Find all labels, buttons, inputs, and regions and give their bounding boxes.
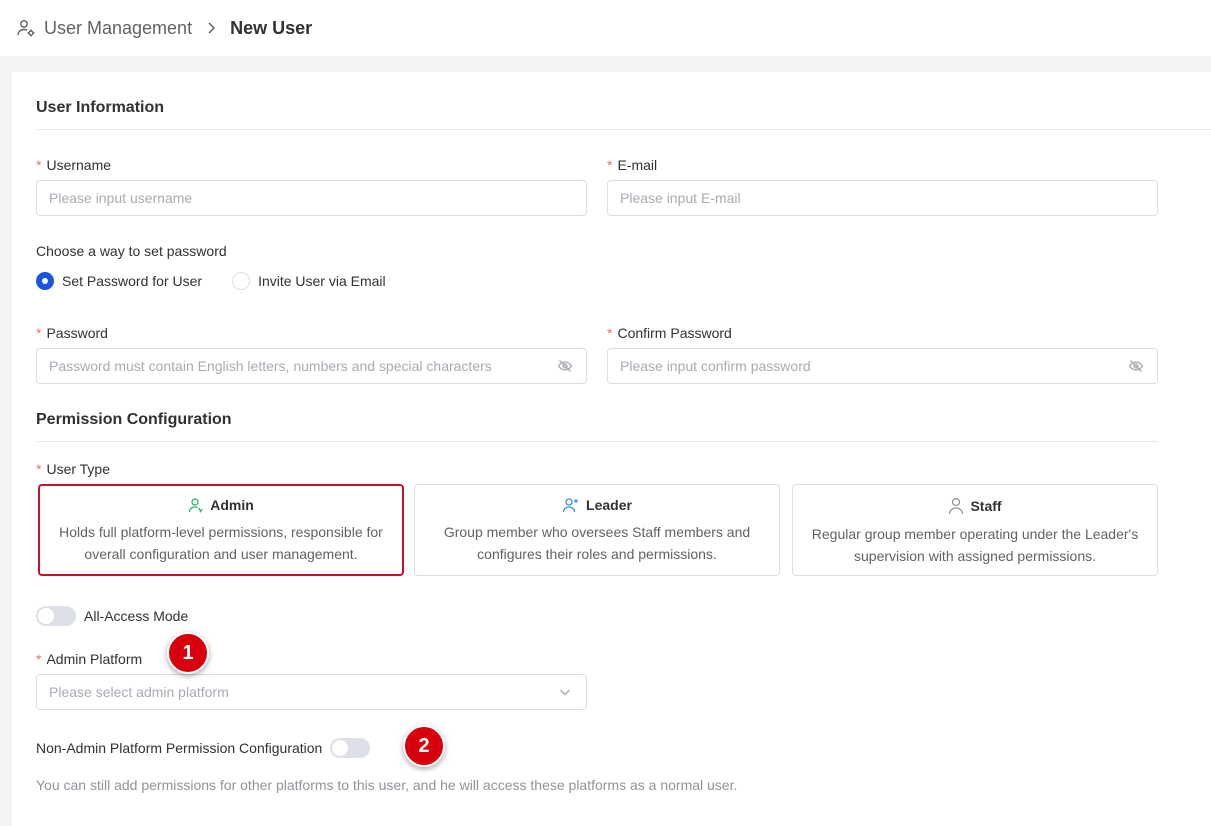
non-admin-permission-row: Non-Admin Platform Permission Configurat… xyxy=(36,738,371,758)
user-type-card-title: Leader xyxy=(562,497,632,513)
email-input[interactable] xyxy=(620,190,1145,206)
admin-platform-input[interactable] xyxy=(49,684,556,700)
non-admin-permission-hint: You can still add permissions for other … xyxy=(36,777,738,793)
breadcrumb-parent-link[interactable]: User Management xyxy=(44,18,192,39)
user-type-name: Leader xyxy=(586,497,632,513)
user-type-name: Staff xyxy=(970,498,1002,514)
user-type-card-title: Admin xyxy=(188,497,254,513)
non-admin-permission-label: Non-Admin Platform Permission Configurat… xyxy=(36,740,323,756)
eye-off-icon[interactable] xyxy=(1127,357,1145,375)
radio-label: Invite User via Email xyxy=(258,273,386,289)
email-field[interactable] xyxy=(607,180,1158,216)
chevron-down-icon[interactable] xyxy=(556,683,574,701)
radio-checked-indicator xyxy=(36,272,54,290)
user-type-name: Admin xyxy=(210,497,254,513)
admin-platform-select[interactable] xyxy=(36,674,587,710)
user-settings-icon xyxy=(16,18,36,38)
user-type-label: * User Type xyxy=(36,461,110,477)
staff-user-icon xyxy=(949,497,964,515)
section-divider xyxy=(36,129,1211,130)
radio-label: Set Password for User xyxy=(62,273,203,289)
password-label: * Password xyxy=(36,325,108,341)
radio-set-password[interactable]: Set Password for User xyxy=(36,272,202,290)
annotation-marker-1: 1 xyxy=(167,632,209,674)
user-type-card-staff[interactable]: Staff Regular group member operating und… xyxy=(792,484,1158,576)
admin-platform-label: * Admin Platform xyxy=(36,651,143,667)
breadcrumb: User Management New User xyxy=(0,0,1211,56)
username-label: * Username xyxy=(36,157,112,173)
username-input[interactable] xyxy=(49,190,574,206)
chevron-right-icon xyxy=(204,21,218,35)
password-method-radio-group: Set Password for User Invite User via Em… xyxy=(36,272,416,290)
confirm-password-label: * Confirm Password xyxy=(607,325,732,341)
all-access-switch[interactable] xyxy=(36,606,76,626)
user-type-card-title: Staff xyxy=(948,497,1002,515)
user-type-desc: Group member who oversees Staff members … xyxy=(443,524,751,562)
user-type-desc: Holds full platform-level permissions, r… xyxy=(59,524,383,562)
radio-invite-email[interactable]: Invite User via Email xyxy=(232,272,386,290)
all-access-label: All-Access Mode xyxy=(84,608,189,624)
password-field[interactable] xyxy=(36,348,587,384)
all-access-row: All-Access Mode xyxy=(36,606,188,626)
user-information-title: User Information xyxy=(36,99,165,116)
user-type-card-admin[interactable]: Admin Holds full platform-level permissi… xyxy=(38,484,404,576)
admin-user-icon xyxy=(189,498,203,513)
user-type-card-leader[interactable]: Leader Group member who oversees Staff m… xyxy=(414,484,780,576)
confirm-password-field[interactable] xyxy=(607,348,1158,384)
page-title: New User xyxy=(230,17,313,38)
confirm-password-input[interactable] xyxy=(620,358,1127,374)
password-input[interactable] xyxy=(49,358,556,374)
eye-off-icon[interactable] xyxy=(556,357,574,375)
password-method-label: Choose a way to set password xyxy=(36,243,227,259)
user-type-desc: Regular group member operating under the… xyxy=(811,526,1139,564)
radio-unchecked-indicator xyxy=(232,272,251,290)
username-field[interactable] xyxy=(36,180,587,216)
email-label: * E-mail xyxy=(607,157,658,173)
non-admin-permission-switch[interactable] xyxy=(330,738,371,758)
new-user-form: User Information *Username *E-mail Choos… xyxy=(12,72,1211,826)
permission-configuration-title: Permission Configuration xyxy=(36,411,232,428)
section-divider xyxy=(36,441,1158,442)
annotation-marker-2: 2 xyxy=(403,725,445,767)
leader-user-icon xyxy=(562,498,579,513)
